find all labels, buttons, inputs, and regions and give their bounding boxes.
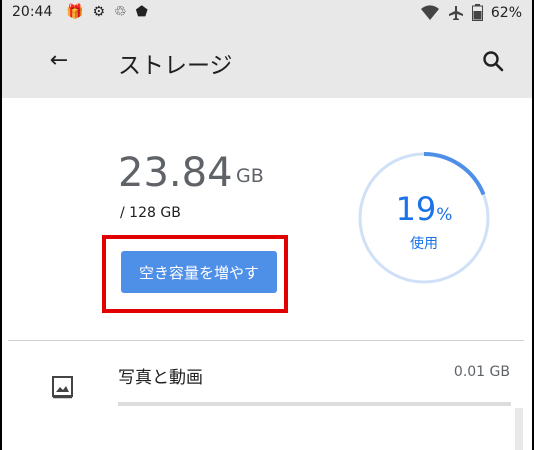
status-time: 20:44	[12, 4, 53, 20]
notification-icons: 🎁 ⚙ ♲ ⬟	[66, 3, 148, 21]
battery-percent: 62%	[490, 4, 522, 21]
status-bar: 20:44 🎁 ⚙ ♲ ⬟ 62%	[2, 0, 532, 26]
storage-used-value: 23.84	[118, 150, 233, 196]
arrow-left-icon[interactable]: ←	[46, 48, 72, 74]
divider	[8, 340, 524, 341]
usage-percent-value: 19	[395, 190, 437, 228]
storage-used-unit: GB	[236, 165, 264, 187]
recycle-icon: ♲	[114, 4, 127, 20]
usage-percent-symbol: %	[436, 205, 453, 225]
free-up-space-button[interactable]: 空き容量を増やす	[121, 251, 277, 293]
gear-icon: ⚙	[92, 4, 105, 20]
category-usage-bar	[118, 402, 511, 406]
wifi-icon	[420, 4, 439, 20]
usage-label: 使用	[410, 236, 438, 252]
system-icons: 62%	[420, 4, 522, 21]
shield-icon: ⬟	[135, 4, 148, 20]
settings-screen: 20:44 🎁 ⚙ ♲ ⬟ 62% ← ストレージ 23.84 GB / 128…	[2, 0, 532, 450]
category-label: 写真と動画	[118, 368, 203, 388]
scrollbar[interactable]	[515, 408, 523, 450]
storage-total: / 128 GB	[120, 205, 181, 221]
page-title: ストレージ	[118, 53, 233, 79]
photo-icon	[52, 376, 73, 399]
category-size: 0.01 GB	[453, 364, 510, 380]
battery-icon	[471, 4, 483, 21]
app-bar: ← ストレージ	[2, 26, 532, 98]
usage-percent: 19%	[356, 190, 492, 228]
airplane-icon	[448, 5, 463, 20]
search-icon[interactable]	[480, 48, 506, 74]
gift-icon: 🎁	[66, 4, 84, 20]
